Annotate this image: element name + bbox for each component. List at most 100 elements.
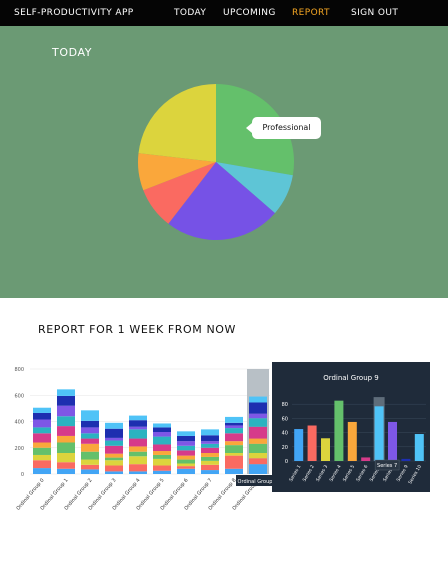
popup-bar-series-3[interactable]: [321, 438, 330, 461]
popup-bar-series-9[interactable]: [401, 458, 411, 461]
bar-segment-ordinal-group-9-0[interactable]: [249, 464, 267, 474]
bar-segment-ordinal-group-4-4[interactable]: [129, 446, 147, 452]
bar-segment-ordinal-group-0-0[interactable]: [33, 468, 51, 474]
bar-segment-ordinal-group-1-8[interactable]: [57, 395, 75, 406]
popup-bar-series-6[interactable]: [361, 457, 371, 461]
bar-segment-ordinal-group-4-3[interactable]: [129, 451, 147, 457]
bar-segment-ordinal-group-0-8[interactable]: [33, 412, 51, 420]
bar-segment-ordinal-group-2-7[interactable]: [81, 427, 99, 434]
bar-segment-ordinal-group-1-3[interactable]: [57, 442, 75, 454]
bar-segment-ordinal-group-9-4[interactable]: [249, 438, 267, 444]
bar-segment-ordinal-group-9-2[interactable]: [249, 453, 267, 459]
bar-segment-ordinal-group-7-3[interactable]: [201, 456, 219, 461]
bar-segment-ordinal-group-6-5[interactable]: [177, 450, 195, 456]
bar-segment-ordinal-group-3-1[interactable]: [105, 465, 123, 472]
bar-segment-ordinal-group-6-6[interactable]: [177, 445, 195, 451]
bar-segment-ordinal-group-7-5[interactable]: [201, 447, 219, 453]
bar-segment-ordinal-group-4-2[interactable]: [129, 456, 147, 465]
bar-segment-ordinal-group-8-4[interactable]: [225, 441, 243, 446]
bar-segment-ordinal-group-7-7[interactable]: [201, 441, 219, 444]
popup-bar-series-5[interactable]: [347, 421, 357, 461]
bar-segment-ordinal-group-1-4[interactable]: [57, 435, 75, 443]
bar-segment-ordinal-group-5-8[interactable]: [153, 427, 171, 432]
bar-segment-ordinal-group-1-1[interactable]: [57, 462, 75, 469]
bar-segment-ordinal-group-2-1[interactable]: [81, 464, 99, 470]
bar-segment-ordinal-group-8-3[interactable]: [225, 445, 243, 453]
bar-segment-ordinal-group-3-2[interactable]: [105, 460, 123, 466]
bar-segment-ordinal-group-3-5[interactable]: [105, 445, 123, 454]
bar-segment-ordinal-group-0-6[interactable]: [33, 427, 51, 434]
bar-segment-ordinal-group-4-7[interactable]: [129, 426, 147, 430]
bar-segment-ordinal-group-3-8[interactable]: [105, 428, 123, 438]
bar-segment-ordinal-group-8-6[interactable]: [225, 428, 243, 434]
bar-segment-ordinal-group-6-3[interactable]: [177, 459, 195, 464]
bar-segment-ordinal-group-1-0[interactable]: [57, 468, 75, 474]
bar-segment-ordinal-group-2-9[interactable]: [81, 410, 99, 421]
bar-segment-ordinal-group-4-1[interactable]: [129, 464, 147, 472]
popup-bar-series-7[interactable]: [374, 406, 384, 461]
bar-segment-ordinal-group-4-6[interactable]: [129, 429, 147, 439]
bar-segment-ordinal-group-5-4[interactable]: [153, 451, 171, 455]
bar-segment-ordinal-group-6-2[interactable]: [177, 463, 195, 467]
bar-segment-ordinal-group-3-4[interactable]: [105, 453, 123, 458]
bar-segment-ordinal-group-1-7[interactable]: [57, 405, 75, 417]
bar-segment-ordinal-group-9-1[interactable]: [249, 458, 267, 465]
bar-segment-ordinal-group-8-0[interactable]: [225, 468, 243, 474]
bar-segment-ordinal-group-7-6[interactable]: [201, 443, 219, 448]
bar-segment-ordinal-group-9-8[interactable]: [249, 402, 267, 414]
bar-segment-ordinal-group-2-4[interactable]: [81, 443, 99, 452]
bar-segment-ordinal-group-8-2[interactable]: [225, 453, 243, 456]
bar-segment-ordinal-group-2-2[interactable]: [81, 459, 99, 465]
bar-segment-ordinal-group-6-1[interactable]: [177, 466, 195, 469]
bar-segment-ordinal-group-8-8[interactable]: [225, 422, 243, 426]
bar-segment-ordinal-group-4-8[interactable]: [129, 420, 147, 427]
bar-segment-ordinal-group-8-7[interactable]: [225, 425, 243, 429]
bar-segment-ordinal-group-0-5[interactable]: [33, 433, 51, 443]
bar-segment-ordinal-group-7-0[interactable]: [201, 470, 219, 474]
bar-segment-ordinal-group-0-9[interactable]: [33, 407, 51, 413]
bar-segment-ordinal-group-5-3[interactable]: [153, 454, 171, 459]
bar-segment-ordinal-group-5-0[interactable]: [153, 470, 171, 474]
bar-segment-ordinal-group-4-9[interactable]: [129, 415, 147, 421]
bar-segment-ordinal-group-7-2[interactable]: [201, 460, 219, 465]
bar-segment-ordinal-group-5-5[interactable]: [153, 444, 171, 452]
bar-segment-ordinal-group-0-7[interactable]: [33, 419, 51, 428]
bar-segment-ordinal-group-9-5[interactable]: [249, 426, 267, 439]
bar-segment-ordinal-group-9-9[interactable]: [249, 396, 267, 403]
bar-segment-ordinal-group-3-0[interactable]: [105, 471, 123, 474]
popup-bar-series-2[interactable]: [307, 425, 317, 462]
bar-segment-ordinal-group-1-2[interactable]: [57, 453, 75, 463]
bar-segment-ordinal-group-7-8[interactable]: [201, 435, 219, 442]
bar-segment-ordinal-group-0-3[interactable]: [33, 447, 51, 455]
bar-segment-ordinal-group-1-5[interactable]: [57, 426, 75, 436]
bar-segment-ordinal-group-1-6[interactable]: [57, 416, 75, 427]
bar-segment-ordinal-group-8-1[interactable]: [225, 455, 243, 469]
bar-segment-ordinal-group-1-9[interactable]: [57, 389, 75, 396]
bar-segment-ordinal-group-2-8[interactable]: [81, 420, 99, 428]
bar-segment-ordinal-group-9-7[interactable]: [249, 413, 267, 419]
bar-segment-ordinal-group-7-9[interactable]: [201, 429, 219, 436]
popup-bar-series-10[interactable]: [414, 434, 424, 461]
bar-segment-ordinal-group-2-0[interactable]: [81, 469, 99, 474]
bar-segment-ordinal-group-4-5[interactable]: [129, 438, 147, 447]
bar-segment-ordinal-group-3-7[interactable]: [105, 437, 123, 441]
bar-segment-ordinal-group-8-9[interactable]: [225, 416, 243, 423]
bar-segment-ordinal-group-3-6[interactable]: [105, 440, 123, 446]
bar-segment-ordinal-group-8-5[interactable]: [225, 433, 243, 442]
bar-segment-ordinal-group-6-8[interactable]: [177, 435, 195, 442]
bar-segment-ordinal-group-6-0[interactable]: [177, 468, 195, 474]
bar-segment-ordinal-group-5-1[interactable]: [153, 465, 171, 471]
bar-segment-ordinal-group-6-9[interactable]: [177, 431, 195, 436]
bar-segment-ordinal-group-5-9[interactable]: [153, 423, 171, 428]
bar-segment-ordinal-group-3-3[interactable]: [105, 457, 123, 461]
bar-segment-ordinal-group-2-3[interactable]: [81, 451, 99, 460]
bar-segment-ordinal-group-0-4[interactable]: [33, 442, 51, 448]
bar-segment-ordinal-group-2-6[interactable]: [81, 433, 99, 439]
bar-segment-ordinal-group-2-5[interactable]: [81, 438, 99, 444]
bar-segment-ordinal-group-5-7[interactable]: [153, 432, 171, 437]
bar-segment-ordinal-group-0-2[interactable]: [33, 454, 51, 461]
bar-segment-ordinal-group-4-0[interactable]: [129, 471, 147, 474]
bar-segment-ordinal-group-3-9[interactable]: [105, 422, 123, 429]
popup-bar-series-1[interactable]: [294, 429, 304, 461]
popup-bar-series-4[interactable]: [334, 400, 344, 461]
